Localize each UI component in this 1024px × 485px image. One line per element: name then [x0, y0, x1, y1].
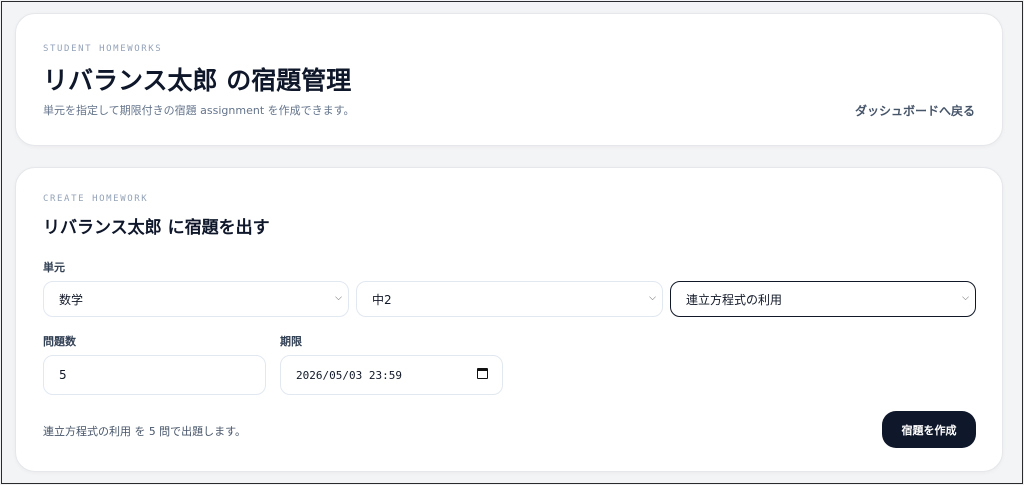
- calendar-icon[interactable]: [477, 368, 488, 379]
- grade-select[interactable]: 中2 ⌵: [356, 281, 663, 317]
- deadline-label: 期限: [280, 335, 302, 348]
- unit-label: 単元: [43, 261, 65, 274]
- summary-text: 連立方程式の利用 を 5 問で出題します。: [43, 423, 246, 439]
- problem-count-input[interactable]: 5: [43, 355, 266, 395]
- summary-topic: 連立方程式の利用: [43, 425, 131, 438]
- chevron-down-icon: ⌵: [335, 293, 342, 303]
- problem-count-value: 5: [59, 368, 67, 382]
- summary-text-1: を: [131, 425, 149, 438]
- subject-select[interactable]: 数学 ⌵: [43, 281, 349, 317]
- summary-text-2: 問で出題します。: [155, 425, 247, 438]
- topic-select-value: 連立方程式の利用: [686, 292, 783, 307]
- create-eyebrow: CREATE HOMEWORK: [43, 194, 149, 204]
- summary-count: 5: [149, 425, 156, 438]
- page-description: 単元を指定して期限付きの宿題 assignment を作成できます。: [43, 104, 355, 117]
- create-homework-button[interactable]: 宿題を作成: [882, 411, 976, 448]
- chevron-down-icon: ⌵: [649, 293, 656, 303]
- deadline-value: 2026/05/03 23:59: [296, 368, 402, 382]
- topic-select[interactable]: 連立方程式の利用 ⌵: [670, 281, 976, 317]
- deadline-input[interactable]: 2026/05/03 23:59: [280, 355, 503, 395]
- subject-select-value: 数学: [59, 292, 84, 307]
- chevron-down-icon: ⌵: [962, 293, 969, 303]
- back-to-dashboard-link[interactable]: ダッシュボードへ戻る: [855, 102, 975, 119]
- header-eyebrow: STUDENT HOMEWORKS: [43, 44, 163, 54]
- create-title: リバランス太郎 に宿題を出す: [43, 218, 270, 238]
- count-label: 問題数: [43, 335, 76, 348]
- page-title: リバランス太郎 の宿題管理: [43, 66, 352, 95]
- grade-select-value: 中2: [372, 292, 392, 307]
